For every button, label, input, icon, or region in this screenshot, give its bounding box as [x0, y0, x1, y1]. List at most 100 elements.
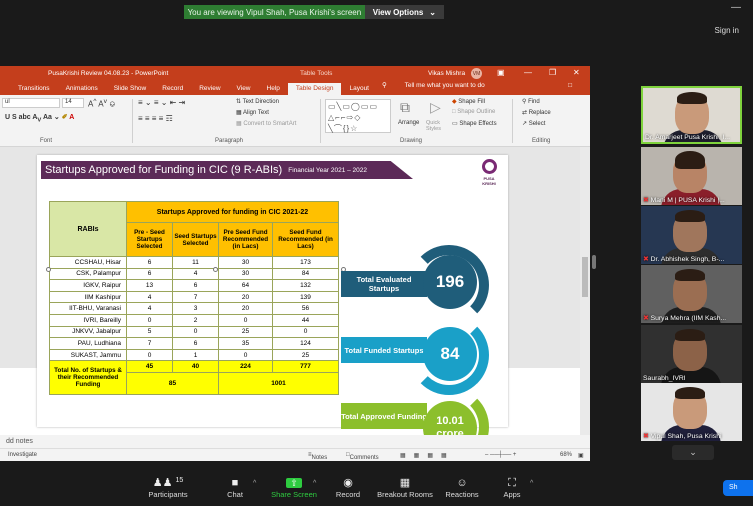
- text-direction-button[interactable]: ⇅ Text Direction: [236, 98, 279, 105]
- header-seed: Seed Startups Selected: [172, 222, 219, 257]
- scroll-thumb[interactable]: [582, 257, 588, 297]
- font-format-icons[interactable]: U S abc AV Aa ⌄ ✐ A: [5, 113, 74, 123]
- minimize-button[interactable]: —: [731, 2, 741, 13]
- value-cell: 6: [172, 337, 219, 350]
- convert-smartart-label: Convert to SmartArt: [243, 121, 297, 127]
- selection-handle[interactable]: [213, 267, 218, 272]
- participant-tile[interactable]: Dr. Amarjeet Pusa Krishi, I...: [641, 86, 742, 144]
- tab-animations[interactable]: Animations: [58, 85, 106, 95]
- rabi-name-cell: SUKAST, Jammu: [49, 348, 127, 362]
- notes-pane[interactable]: dd notes: [0, 435, 590, 448]
- share-banner-text: You are viewing Vipul Shah, Pusa Krishi'…: [187, 7, 362, 17]
- table-row: IVRI, Bareilly 0 2 0 44: [49, 313, 339, 327]
- participant-name-text: Vipul Shah, Pusa Krishi: [650, 433, 722, 440]
- quick-styles-label[interactable]: Quick Styles: [426, 120, 452, 132]
- selection-handle[interactable]: [46, 267, 51, 272]
- value-cell: 0: [272, 325, 339, 339]
- comments-label: Comments: [349, 455, 379, 461]
- arrange-label[interactable]: Arrange: [398, 120, 419, 126]
- participant-name: Saurabh_IVRI: [643, 375, 686, 382]
- view-options-button[interactable]: View Options ⌄: [364, 5, 444, 19]
- apps-caret-icon[interactable]: ^: [530, 480, 533, 487]
- stat-value-evaluated: 196: [423, 255, 477, 309]
- tab-slide-show[interactable]: Slide Show: [106, 85, 155, 95]
- tab-review[interactable]: Review: [191, 85, 228, 95]
- editing-group-label: Editing: [532, 138, 551, 144]
- comment-icon[interactable]: □: [560, 82, 580, 92]
- tab-help[interactable]: Help: [259, 85, 288, 95]
- slide-title-banner: Startups Approved for Funding in CIC (9 …: [41, 161, 413, 179]
- participant-name-text: Surya Mehra (IIM Kash...: [650, 315, 727, 322]
- chevron-down-icon[interactable]: ⌄: [672, 445, 714, 460]
- shape-effects-button[interactable]: ▭ Shape Effects: [452, 120, 497, 127]
- zoom-level[interactable]: 68%: [560, 452, 572, 458]
- value-cell: 173: [272, 256, 339, 269]
- participant-tile[interactable]: Saurabh_IVRI: [641, 325, 742, 383]
- vertical-scrollbar[interactable]: [580, 147, 590, 435]
- stat-label-funded: Total Funded Startups: [341, 337, 427, 363]
- panel-scroll-handle[interactable]: [592, 255, 596, 269]
- participant-tile[interactable]: ✖ Mani M | PUSA Krishi |...: [641, 147, 742, 205]
- arrange-icon[interactable]: ⧉: [400, 99, 410, 116]
- font-name-select[interactable]: ul: [2, 98, 60, 108]
- shape-outline-button[interactable]: □ Shape Outline: [452, 109, 495, 115]
- participant-tile[interactable]: ✖ Vipul Shah, Pusa Krishi: [641, 383, 742, 441]
- corner-button[interactable]: Sh: [723, 480, 753, 496]
- meeting-toolbar: ♟♟ 15 Participants ■ Chat ^ ⇧ Share Screen …: [0, 468, 753, 506]
- font-size-select[interactable]: 14: [62, 98, 84, 108]
- tab-transitions[interactable]: Transitions: [10, 85, 58, 95]
- avatar[interactable]: VM: [471, 68, 482, 79]
- rabi-name-cell: IIM Kashipur: [49, 290, 127, 304]
- rabi-table[interactable]: RABIs Startups Approved for funding in C…: [49, 201, 339, 395]
- apps-button[interactable]: ⛶ Apps: [477, 476, 547, 499]
- font-grow-icon[interactable]: A^ Av ⎉: [88, 98, 116, 110]
- shape-fill-button[interactable]: ◆ Shape Fill: [452, 98, 485, 105]
- value-cell: 4: [172, 267, 219, 281]
- chat-caret-icon[interactable]: ^: [253, 480, 256, 487]
- participants-button[interactable]: ♟♟ 15 Participants: [133, 476, 203, 499]
- user-name[interactable]: Vikas Mishra: [428, 70, 465, 77]
- value-cell: 0: [172, 325, 219, 339]
- ribbon-display-icon[interactable]: ▣: [497, 68, 505, 77]
- header-pre-seed: Pre - Seed Startups Selected: [126, 222, 173, 257]
- sign-in-link[interactable]: Sign in: [715, 26, 739, 35]
- view-options-label: View Options: [372, 7, 424, 17]
- mic-muted-icon: ✖: [643, 315, 651, 322]
- convert-smartart-button[interactable]: ▦ Convert to SmartArt: [236, 120, 296, 127]
- participant-tile[interactable]: ✖ Dr. Abhishek Singh, B-...: [641, 206, 742, 264]
- zoom-slider[interactable]: – ──┼── +: [485, 452, 516, 458]
- list-icons[interactable]: ≡ ⌄ ≡ ⌄ ⇤ ⇥: [138, 98, 185, 107]
- fit-slide-icon[interactable]: ▣: [578, 452, 584, 459]
- mic-muted-icon: ✖: [643, 433, 651, 440]
- shape-effects-label: Shape Effects: [459, 121, 497, 127]
- value-cell: 5: [126, 325, 173, 339]
- shapes-gallery[interactable]: ▭╲▭◯▭▭ △⌐⌐⇨◇ ╲⌒{}☆: [325, 99, 391, 133]
- chevron-down-icon: ⌄: [429, 7, 436, 17]
- replace-button[interactable]: ⇄ Replace: [522, 109, 551, 116]
- select-label: Select: [528, 121, 546, 127]
- minimize-icon[interactable]: —: [524, 68, 532, 77]
- align-text-button[interactable]: ▦ Align Text: [236, 109, 269, 116]
- tab-view[interactable]: View: [229, 85, 259, 95]
- combined-startups: 85: [126, 371, 219, 395]
- quick-styles-icon[interactable]: ▷: [430, 99, 441, 116]
- find-button[interactable]: ⚲ Find: [522, 98, 540, 105]
- restore-icon[interactable]: ❐: [549, 68, 556, 77]
- view-buttons[interactable]: ▦▦▦▦: [400, 452, 455, 459]
- participant-tile[interactable]: ✖ Surya Mehra (IIM Kash...: [641, 265, 742, 323]
- comments-button[interactable]: □ Comments: [346, 452, 379, 461]
- tab-record[interactable]: Record: [154, 85, 191, 95]
- select-button[interactable]: ↗ Select: [522, 120, 545, 127]
- tab-table-design[interactable]: Table Design: [287, 83, 342, 95]
- header-pre-seed-fund: Pre Seed Fund Recommended (in Lacs): [218, 222, 273, 257]
- slide[interactable]: Startups Approved for Funding in CIC (9 …: [37, 155, 508, 461]
- replace-label: Replace: [528, 110, 551, 116]
- notes-button[interactable]: ≡ Notes: [308, 452, 327, 461]
- stat-label-approved: Total Approved Funding: [341, 403, 427, 429]
- align-icons[interactable]: ≡ ≡ ≡ ≡ ☶: [138, 114, 173, 123]
- tell-me-search[interactable]: ⚲ Tell me what you want to do: [366, 81, 501, 92]
- value-cell: 4: [126, 290, 173, 304]
- participant-name: ✖ Mani M | PUSA Krishi |...: [643, 196, 725, 204]
- close-icon[interactable]: ✕: [573, 68, 580, 77]
- value-cell: 56: [272, 302, 339, 315]
